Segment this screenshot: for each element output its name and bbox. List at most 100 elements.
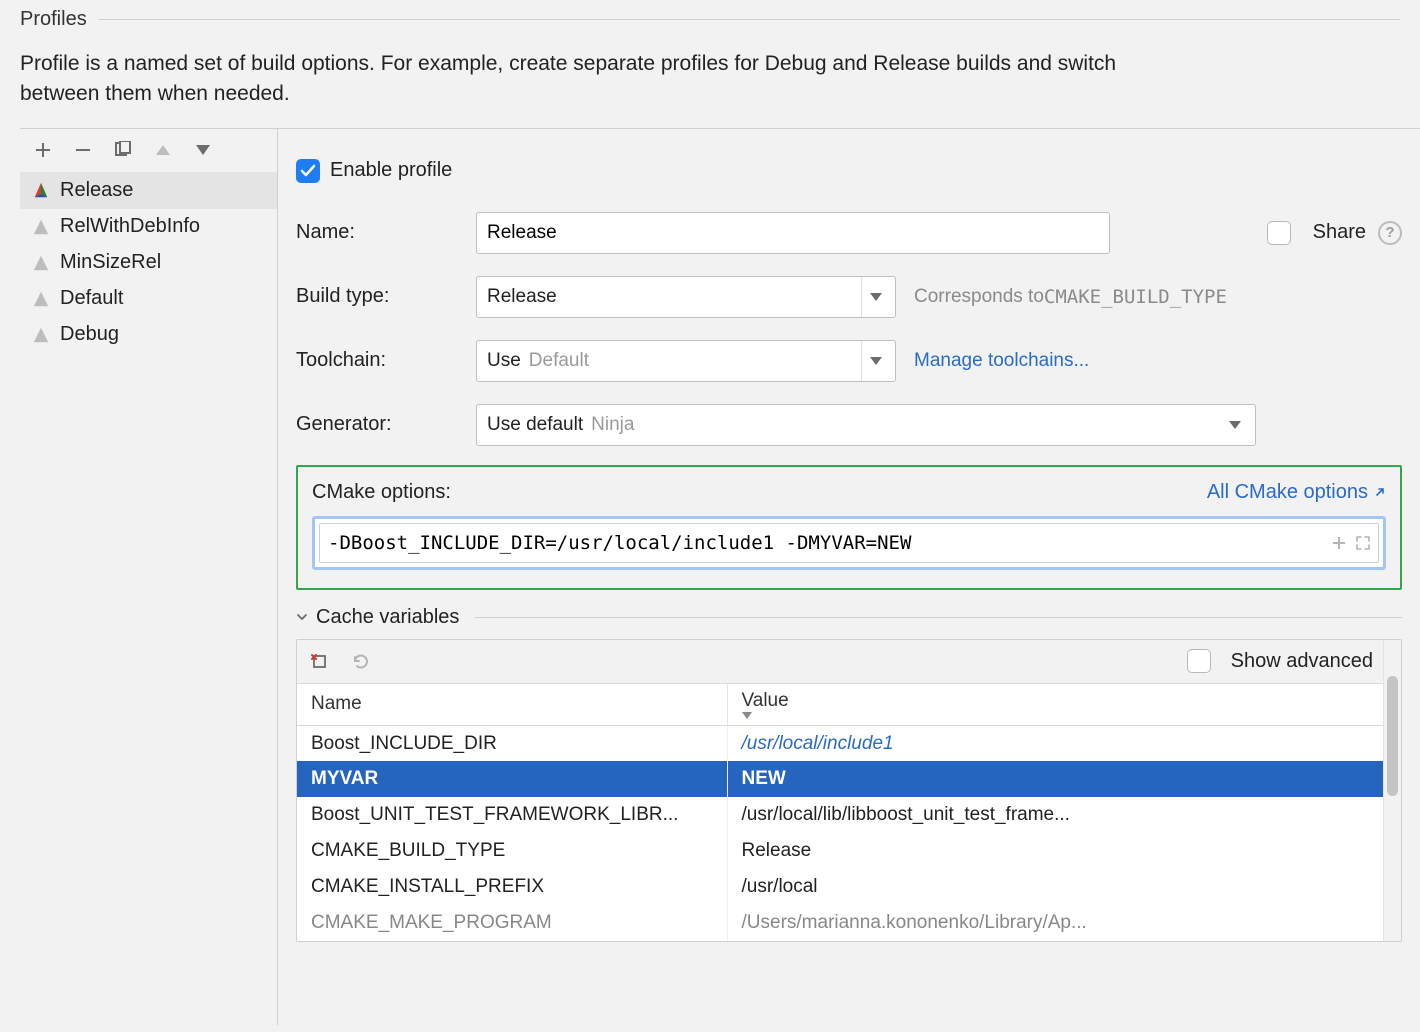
sort-desc-icon [742,712,1370,719]
cache-cell-name: Boost_INCLUDE_DIR [297,725,727,761]
build-type-hint: Corresponds to CMAKE_BUILD_TYPE [914,286,1227,308]
copy-profile-button[interactable] [110,137,136,163]
name-label: Name: [296,221,476,244]
cache-table-row[interactable]: Boost_INCLUDE_DIR/usr/local/include1 [297,725,1383,761]
cmake-triangle-icon [32,254,50,272]
cmake-options-input[interactable] [320,532,1332,554]
cache-col-value[interactable]: Value [727,684,1383,726]
toolchain-row: Toolchain: Use Default Manage toolchains… [296,337,1402,385]
enable-profile-row: Enable profile [296,147,1402,195]
show-advanced-label: Show advanced [1231,650,1373,673]
copy-icon [114,141,132,159]
share-help-icon[interactable]: ? [1378,221,1402,245]
cache-table-row[interactable]: MYVARNEW [297,761,1383,797]
cmake-options-box: CMake options: All CMake options [296,465,1402,590]
cache-toolbar: Show advanced [297,640,1383,684]
toolchain-label: Toolchain: [296,349,476,372]
cache-variables-section: Cache variables [296,606,1402,943]
cache-col-name[interactable]: Name [297,684,727,726]
name-input[interactable] [476,212,1110,254]
sidebar-profile-item[interactable]: Release [20,173,277,209]
cache-table: Name Value Boost_INCLUDE_DIR/us [297,684,1383,942]
cache-undo-button[interactable] [347,648,373,674]
all-cmake-options-link[interactable]: All CMake options [1207,481,1386,504]
cache-variables-rule [475,617,1402,618]
show-advanced-checkbox[interactable] [1187,649,1211,673]
profile-list: Release RelWithDebInfo MinSizeRel Default De… [20,173,277,1025]
name-row: Name: Share ? [296,209,1402,257]
sidebar-profile-label: Release [60,179,133,202]
remove-profile-button[interactable] [70,137,96,163]
section-header: Profiles [0,0,1420,31]
chevron-down-icon [870,293,882,301]
build-type-row: Build type: Release Corresponds to CMAKE… [296,273,1402,321]
cmake-options-add-button[interactable] [1332,536,1346,550]
chevron-down-icon [870,357,882,365]
cmake-triangle-icon [32,290,50,308]
minus-icon [75,142,91,158]
triangle-up-icon [156,145,170,155]
cache-cell-value: /usr/local/lib/libboost_unit_test_frame.… [727,797,1383,833]
enable-profile-checkbox[interactable] [296,159,320,183]
cache-table-row[interactable]: CMAKE_BUILD_TYPERelease [297,833,1383,869]
generator-value: Ninja [591,414,634,436]
generator-label: Generator: [296,413,476,436]
expand-icon [1356,536,1370,550]
generator-row: Generator: Use default Ninja [296,401,1402,449]
cmake-options-input-wrap [312,516,1386,570]
cache-table-row[interactable]: Boost_UNIT_TEST_FRAMEWORK_LIBR.../usr/lo… [297,797,1383,833]
sidebar-profile-label: Debug [60,323,119,346]
section-description: Profile is a named set of build options.… [0,31,1180,128]
toolchain-combo[interactable]: Use Default [476,340,896,382]
add-profile-button[interactable] [30,137,56,163]
sidebar-profile-item[interactable]: Debug [20,317,277,353]
share-label: Share [1313,221,1366,244]
cache-cell-name: CMAKE_BUILD_TYPE [297,833,727,869]
cache-cell-value: NEW [727,761,1383,797]
cmake-triangle-icon [32,218,50,236]
toolchain-value: Default [529,350,589,372]
cmake-triangle-icon [32,326,50,344]
external-link-icon [1374,486,1386,498]
cache-cell-value: /Users/marianna.kononenko/Library/Ap... [727,905,1383,941]
sidebar-profile-label: MinSizeRel [60,251,161,274]
check-icon [300,163,316,179]
cache-cell-value: /usr/local/include1 [727,725,1383,761]
cache-variables-title: Cache variables [316,606,459,629]
cache-reset-button[interactable] [307,648,333,674]
enable-profile-label: Enable profile [330,159,452,182]
cache-table-header-row: Name Value [297,684,1383,726]
share-checkbox[interactable] [1267,221,1291,245]
sidebar-profile-item[interactable]: MinSizeRel [20,245,277,281]
cache-scrollbar[interactable] [1383,640,1401,942]
sidebar-profile-item[interactable]: Default [20,281,277,317]
section-title-rule [99,19,1400,20]
plus-icon [1332,536,1346,550]
cache-cell-name: Boost_UNIT_TEST_FRAMEWORK_LIBR... [297,797,727,833]
cache-cell-name: MYVAR [297,761,727,797]
cache-table-row[interactable]: CMAKE_MAKE_PROGRAM/Users/marianna.konone… [297,905,1383,941]
cache-variables-header[interactable]: Cache variables [296,606,1402,629]
cmake-options-expand-button[interactable] [1356,536,1370,550]
cache-variables-box: Show advanced Name Value [296,639,1402,943]
move-up-button[interactable] [150,137,176,163]
cache-cell-name: CMAKE_INSTALL_PREFIX [297,869,727,905]
profiles-panel: Release RelWithDebInfo MinSizeRel Default De… [20,128,1420,1025]
cache-table-row[interactable]: CMAKE_INSTALL_PREFIX/usr/local [297,869,1383,905]
triangle-down-icon [196,145,210,155]
sidebar-profile-label: RelWithDebInfo [60,215,200,238]
cmake-triangle-icon [32,182,50,200]
generator-prefix: Use default [487,414,583,436]
cache-scrollbar-thumb[interactable] [1387,676,1398,796]
sidebar-profile-item[interactable]: RelWithDebInfo [20,209,277,245]
cache-cell-name: CMAKE_MAKE_PROGRAM [297,905,727,941]
generator-combo[interactable]: Use default Ninja [476,404,1256,446]
cache-cell-value: /usr/local [727,869,1383,905]
build-type-combo[interactable]: Release [476,276,896,318]
undo-icon [351,652,369,670]
move-down-button[interactable] [190,137,216,163]
manage-toolchains-link[interactable]: Manage toolchains... [914,350,1089,372]
chevron-down-icon [296,611,308,623]
cache-cell-value: Release [727,833,1383,869]
build-type-label: Build type: [296,285,476,308]
